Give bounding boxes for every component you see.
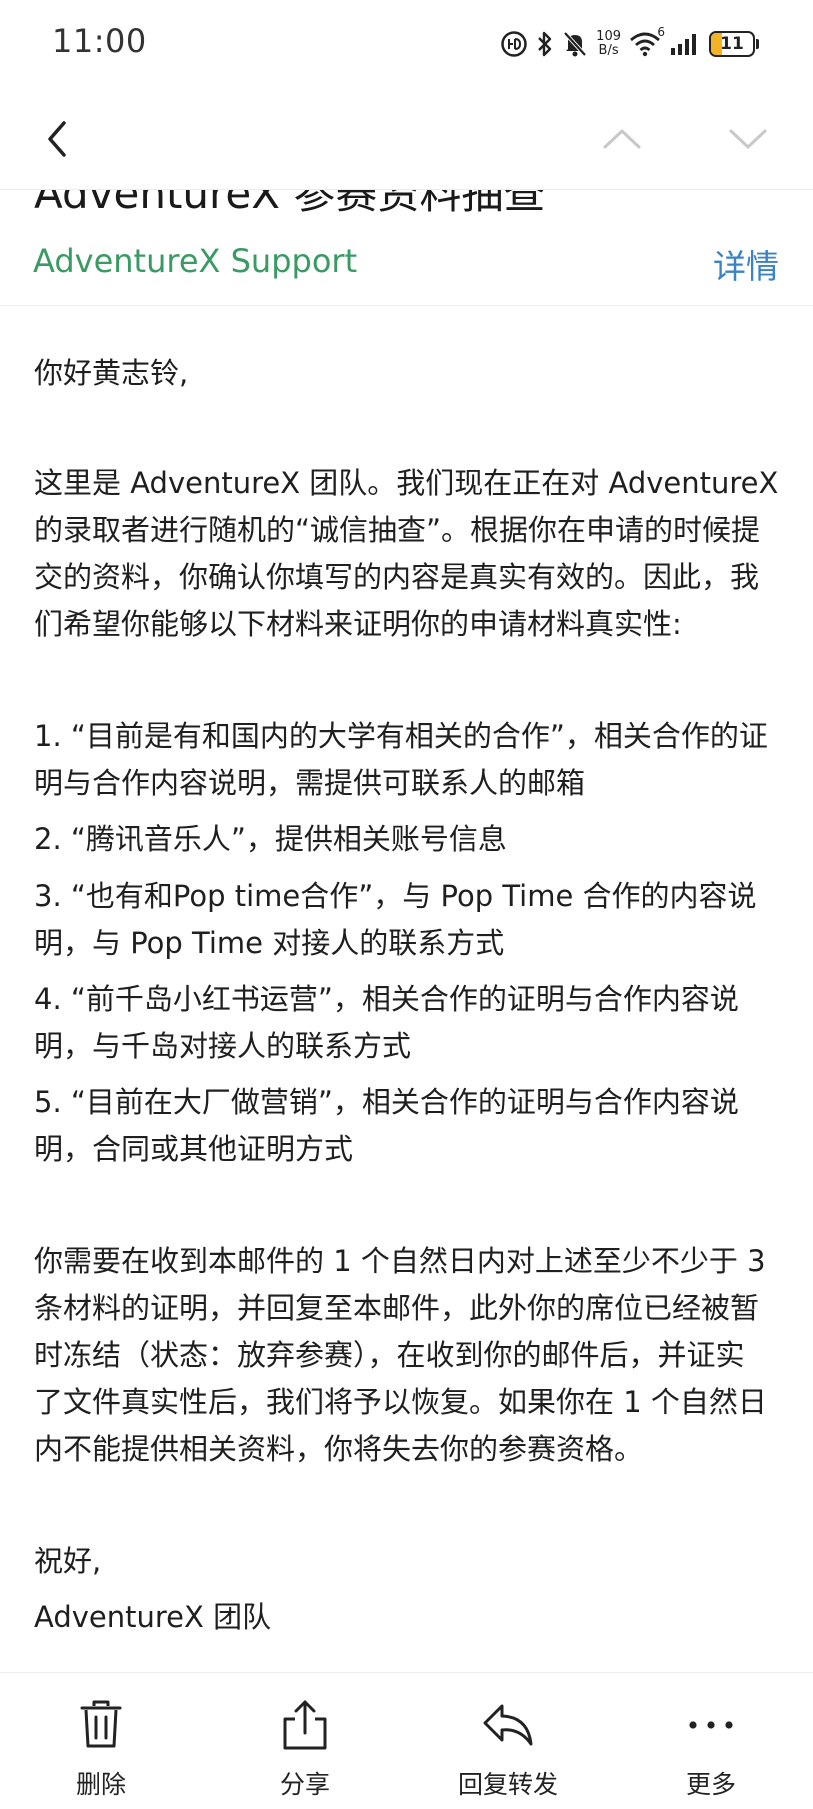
bluetooth-icon [536, 30, 554, 58]
more-label: 更多 [685, 1770, 736, 1799]
wifi-icon: 6 [629, 25, 665, 57]
delete-label: 删除 [75, 1770, 126, 1799]
reply-icon [482, 1697, 534, 1753]
status-time: 11:00 [52, 22, 147, 60]
list-item-4-line-2: 明，与千岛对接人的联系方式 [34, 1029, 412, 1063]
intro-line: 交的资料，你确认你填写的内容是真实有效的。因此，我 [34, 560, 760, 594]
reply-forward-label: 回复转发 [457, 1770, 558, 1799]
share-label: 分享 [279, 1770, 330, 1799]
next-email-button[interactable] [720, 114, 776, 164]
network-speed-value: 109 [596, 29, 621, 44]
more-dots-icon [688, 1697, 734, 1753]
delete-button[interactable]: 删除 [31, 1673, 171, 1809]
share-button[interactable]: 分享 [235, 1673, 375, 1809]
list-item-4-line-1: 4. “前千岛小红书运营”，相关合作的证明与合作内容说 [34, 982, 739, 1016]
previous-chevron-up-icon [603, 129, 641, 149]
intro-line: 这里是 AdventureX 团队。我们现在正在对 AdventureX [34, 466, 779, 500]
trash-icon [79, 1697, 123, 1753]
list-item-5-line-1: 5. “目前在大厂做营销”，相关合作的证明与合作内容说 [34, 1085, 739, 1119]
list-item-3-line-2: 明，与 Pop Time 对接人的联系方式 [34, 926, 505, 960]
notice-line: 条材料的证明，并回复至本邮件，此外你的席位已经被暂 [34, 1291, 760, 1325]
reply-forward-button[interactable]: 回复转发 [438, 1673, 578, 1809]
sender-name[interactable]: AdventureX Support [33, 242, 357, 280]
list-item-5-line-2: 明，合同或其他证明方式 [34, 1132, 354, 1166]
greeting: 你好黄志铃, [34, 356, 189, 390]
back-chevron-icon [48, 121, 66, 157]
header-divider [0, 305, 813, 306]
notice-line: 了文件真实性后，我们将予以恢复。如果你在 1 个自然日 [34, 1385, 767, 1419]
next-chevron-down-icon [729, 129, 767, 149]
previous-email-button[interactable] [594, 114, 650, 164]
intro-line: 们希望你能够以下材料来证明你的申请材料真实性: [34, 607, 682, 641]
battery-icon: 11 [709, 31, 759, 57]
wifi-badge: 6 [657, 25, 665, 39]
list-item-3-line-1: 3. “也有和Pop time合作”，与 Pop Time 合作的内容说 [34, 879, 757, 913]
status-bar: 11:00 109 B/s 6 11 [0, 0, 813, 88]
closing: 祝好, [34, 1544, 102, 1578]
status-icons: 109 B/s 6 11 [500, 24, 759, 64]
details-link[interactable]: 详情 [713, 240, 779, 288]
signal-icon [669, 31, 701, 57]
list-item-1-line-1: 1. “目前是有和国内的大学有相关的合作”，相关合作的证 [34, 719, 768, 753]
battery-level: 11 [720, 34, 744, 54]
mute-bell-icon [562, 30, 588, 58]
list-item-2-line-1: 2. “腾讯音乐人”，提供相关账号信息 [34, 822, 507, 856]
network-speed: 109 B/s [596, 30, 621, 58]
intro-line: 的录取者进行随机的“诚信抽查”。根据你在申请的时候提 [34, 513, 761, 547]
list-item-1-line-2: 明与合作内容说明，需提供可联系人的邮箱 [34, 766, 586, 800]
network-speed-unit: B/s [598, 43, 619, 58]
bottom-action-bar: 删除 分享 回复转发 更多 [0, 1672, 813, 1809]
share-icon [282, 1697, 328, 1753]
more-button[interactable]: 更多 [641, 1673, 781, 1809]
nav-bar [0, 88, 813, 190]
notice-line: 你需要在收到本邮件的 1 个自然日内对上述至少不少于 3 [34, 1244, 766, 1278]
notice-line: 时冻结（状态：放弃参赛），在收到你的邮件后，并证实 [34, 1338, 745, 1372]
notice-line: 内不能提供相关资料，你将失去你的参赛资格。 [34, 1432, 644, 1466]
signature: AdventureX 团队 [34, 1600, 272, 1634]
back-button[interactable] [32, 114, 82, 164]
hd-call-icon [500, 30, 528, 58]
